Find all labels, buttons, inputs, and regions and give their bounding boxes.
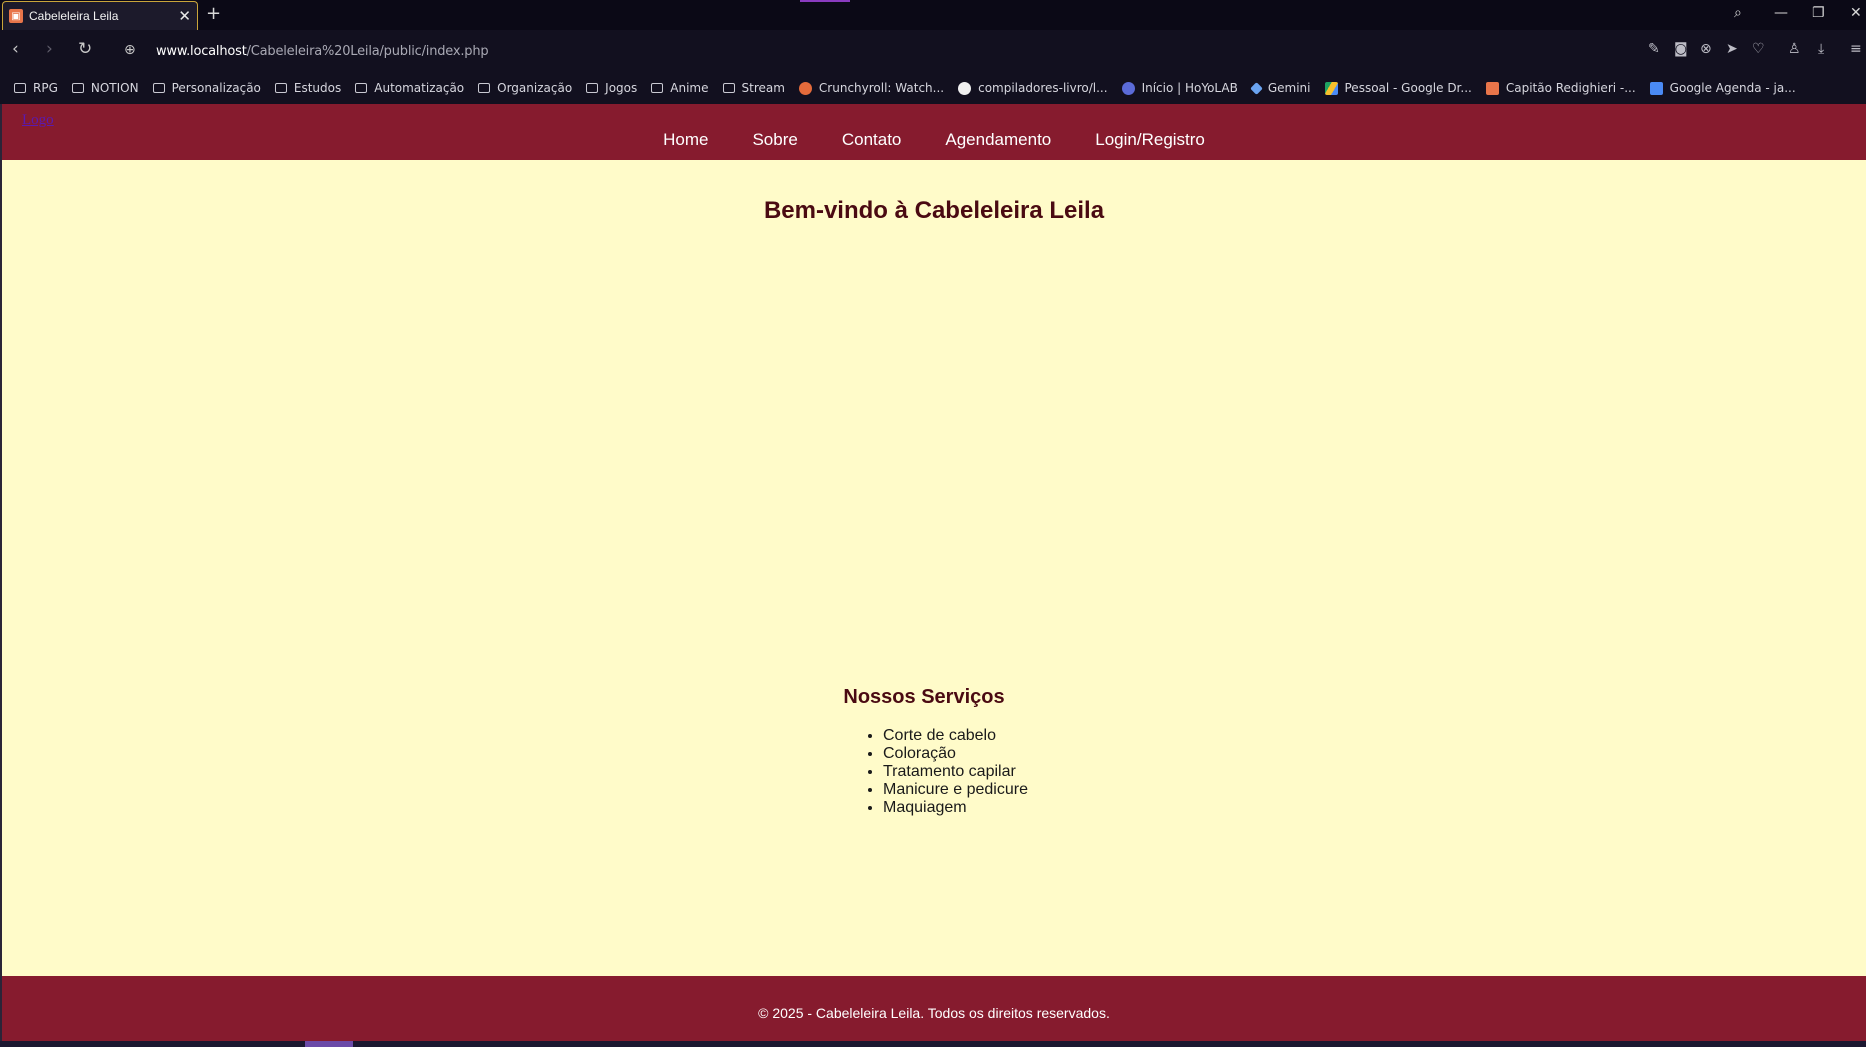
bookmark-label: compiladores-livro/l... bbox=[978, 81, 1108, 95]
profile-icon[interactable]: ♙ bbox=[1788, 41, 1801, 57]
heart-icon[interactable]: ♡ bbox=[1752, 41, 1765, 57]
bookmark-label: Pessoal - Google Dr... bbox=[1344, 81, 1472, 95]
address-bar[interactable]: www.localhost/Cabeleleira%20Leila/public… bbox=[156, 44, 489, 59]
nav-agendamento[interactable]: Agendamento bbox=[945, 130, 1051, 150]
send-icon[interactable]: ➤ bbox=[1726, 41, 1738, 57]
nav-contato[interactable]: Contato bbox=[842, 130, 902, 150]
bookmark-item[interactable]: Stream bbox=[722, 81, 785, 95]
bookmark-item[interactable]: Organização bbox=[478, 81, 572, 95]
bookmark-item[interactable]: Jogos bbox=[586, 81, 637, 95]
list-item: Coloração bbox=[883, 745, 1028, 763]
tab-bar: ▣ Cabeleleira Leila ✕ + ⌕ — ❐ ✕ bbox=[0, 0, 1866, 30]
bookmark-label: Início | HoYoLAB bbox=[1141, 81, 1238, 95]
folder-icon bbox=[274, 83, 287, 93]
bookmark-item[interactable]: compiladores-livro/l... bbox=[958, 81, 1108, 95]
taskbar-active-app[interactable] bbox=[305, 1041, 353, 1047]
forward-icon[interactable]: › bbox=[46, 39, 53, 59]
tab-cabeleleira-leila[interactable]: ▣ Cabeleleira Leila ✕ bbox=[2, 1, 198, 30]
new-tab-button[interactable]: + bbox=[206, 3, 221, 24]
main-nav: Home Sobre Contato Agendamento Login/Reg… bbox=[2, 130, 1866, 150]
site-icon bbox=[1485, 81, 1499, 95]
tab-strip-accent bbox=[800, 0, 850, 2]
bookmark-label: Google Agenda - ja... bbox=[1669, 81, 1796, 95]
gemini-icon bbox=[1249, 81, 1263, 95]
crunchyroll-icon bbox=[798, 81, 812, 95]
url-host: www.localhost bbox=[156, 44, 247, 59]
edit-icon[interactable]: ✎ bbox=[1648, 41, 1660, 57]
navigation-toolbar: ‹ › ↻ ⊕ www.localhost/Cabeleleira%20Leil… bbox=[0, 30, 1866, 72]
bookmark-item[interactable]: Automatização bbox=[355, 81, 464, 95]
list-item: Manicure e pedicure bbox=[883, 781, 1028, 799]
bookmark-label: Automatização bbox=[374, 81, 465, 95]
folder-icon bbox=[722, 83, 735, 93]
hoyolab-icon bbox=[1121, 81, 1135, 95]
bookmark-label: Gemini bbox=[1267, 81, 1311, 95]
camera-icon[interactable]: ◙ bbox=[1674, 41, 1688, 57]
site-footer: © 2025 - Cabeleleira Leila. Todos os dir… bbox=[2, 976, 1866, 1041]
list-item: Maquiagem bbox=[883, 799, 1028, 817]
minimize-icon[interactable]: — bbox=[1774, 5, 1788, 21]
folder-icon bbox=[71, 83, 84, 93]
google-drive-icon bbox=[1324, 81, 1338, 95]
footer-text: © 2025 - Cabeleleira Leila. Todos os dir… bbox=[758, 1005, 1110, 1021]
back-icon[interactable]: ‹ bbox=[12, 39, 19, 59]
folder-icon bbox=[651, 83, 664, 93]
bookmark-item[interactable]: Gemini bbox=[1249, 81, 1311, 95]
taskbar bbox=[0, 1041, 1866, 1047]
bookmark-item[interactable]: Crunchyroll: Watch... bbox=[798, 81, 945, 95]
url-path: /Cabeleleira%20Leila/public/index.php bbox=[246, 44, 489, 59]
bookmark-label: Crunchyroll: Watch... bbox=[818, 81, 945, 95]
services-list: Corte de cabelo Coloração Tratamento cap… bbox=[883, 727, 1028, 817]
bookmark-item[interactable]: Anime bbox=[651, 81, 709, 95]
bookmark-label: Personalização bbox=[171, 81, 261, 95]
site-info-icon[interactable]: ⊕ bbox=[124, 42, 136, 58]
folder-icon bbox=[478, 83, 491, 93]
folder-icon bbox=[586, 83, 599, 93]
nav-home[interactable]: Home bbox=[663, 130, 708, 150]
bookmark-item[interactable]: Google Agenda - ja... bbox=[1649, 81, 1796, 95]
bookmarks-bar: RPG NOTION Personalização Estudos Automatiza… bbox=[0, 72, 1866, 104]
search-tabs-icon[interactable]: ⌕ bbox=[1734, 5, 1742, 21]
close-window-icon[interactable]: ✕ bbox=[1850, 5, 1862, 21]
tab-title: Cabeleleira Leila bbox=[29, 9, 119, 23]
close-tab-icon[interactable]: ✕ bbox=[178, 7, 191, 25]
browser-chrome: ▣ Cabeleleira Leila ✕ + ⌕ — ❐ ✕ ‹ › ↻ ⊕ … bbox=[0, 0, 1866, 104]
bookmark-label: Jogos bbox=[605, 81, 638, 95]
site-header: Logo Home Sobre Contato Agendamento Logi… bbox=[2, 104, 1866, 160]
bookmark-label: Stream bbox=[741, 81, 785, 95]
bookmark-label: Anime bbox=[670, 81, 709, 95]
services-title: Nossos Serviços bbox=[843, 686, 1005, 708]
site-favicon-icon: ▣ bbox=[9, 9, 23, 23]
list-item: Tratamento capilar bbox=[883, 763, 1028, 781]
bookmark-item[interactable]: Estudos bbox=[274, 81, 342, 95]
nav-login-registro[interactable]: Login/Registro bbox=[1095, 130, 1205, 150]
welcome-title: Bem-vindo à Cabeleleira Leila bbox=[763, 197, 1105, 224]
bookmark-label: NOTION bbox=[90, 81, 139, 95]
reload-icon[interactable]: ↻ bbox=[78, 39, 92, 59]
folder-icon bbox=[152, 83, 165, 93]
bookmark-label: Organização bbox=[497, 81, 573, 95]
folder-icon bbox=[14, 83, 26, 93]
menu-icon[interactable]: ≡ bbox=[1850, 41, 1862, 57]
web-page: Logo Home Sobre Contato Agendamento Logi… bbox=[0, 104, 1866, 1041]
bookmark-label: Estudos bbox=[293, 81, 342, 95]
folder-icon bbox=[355, 83, 368, 93]
bookmark-item[interactable]: NOTION bbox=[71, 81, 139, 95]
shield-icon[interactable]: ⊗ bbox=[1700, 41, 1712, 57]
bookmark-item[interactable]: RPG bbox=[14, 81, 58, 95]
google-calendar-icon bbox=[1649, 81, 1663, 95]
logo-link[interactable]: Logo bbox=[22, 112, 54, 129]
bookmark-label: Capitão Redighieri -... bbox=[1505, 81, 1636, 95]
restore-icon[interactable]: ❐ bbox=[1812, 5, 1825, 21]
list-item: Corte de cabelo bbox=[883, 727, 1028, 745]
github-icon bbox=[958, 81, 972, 95]
bookmark-label: RPG bbox=[33, 81, 58, 95]
bookmark-item[interactable]: Início | HoYoLAB bbox=[1121, 81, 1238, 95]
bookmark-item[interactable]: Pessoal - Google Dr... bbox=[1324, 81, 1472, 95]
download-icon[interactable]: ⤓ bbox=[1818, 41, 1824, 57]
nav-sobre[interactable]: Sobre bbox=[752, 130, 797, 150]
bookmark-item[interactable]: Capitão Redighieri -... bbox=[1485, 81, 1636, 95]
bookmark-item[interactable]: Personalização bbox=[152, 81, 261, 95]
